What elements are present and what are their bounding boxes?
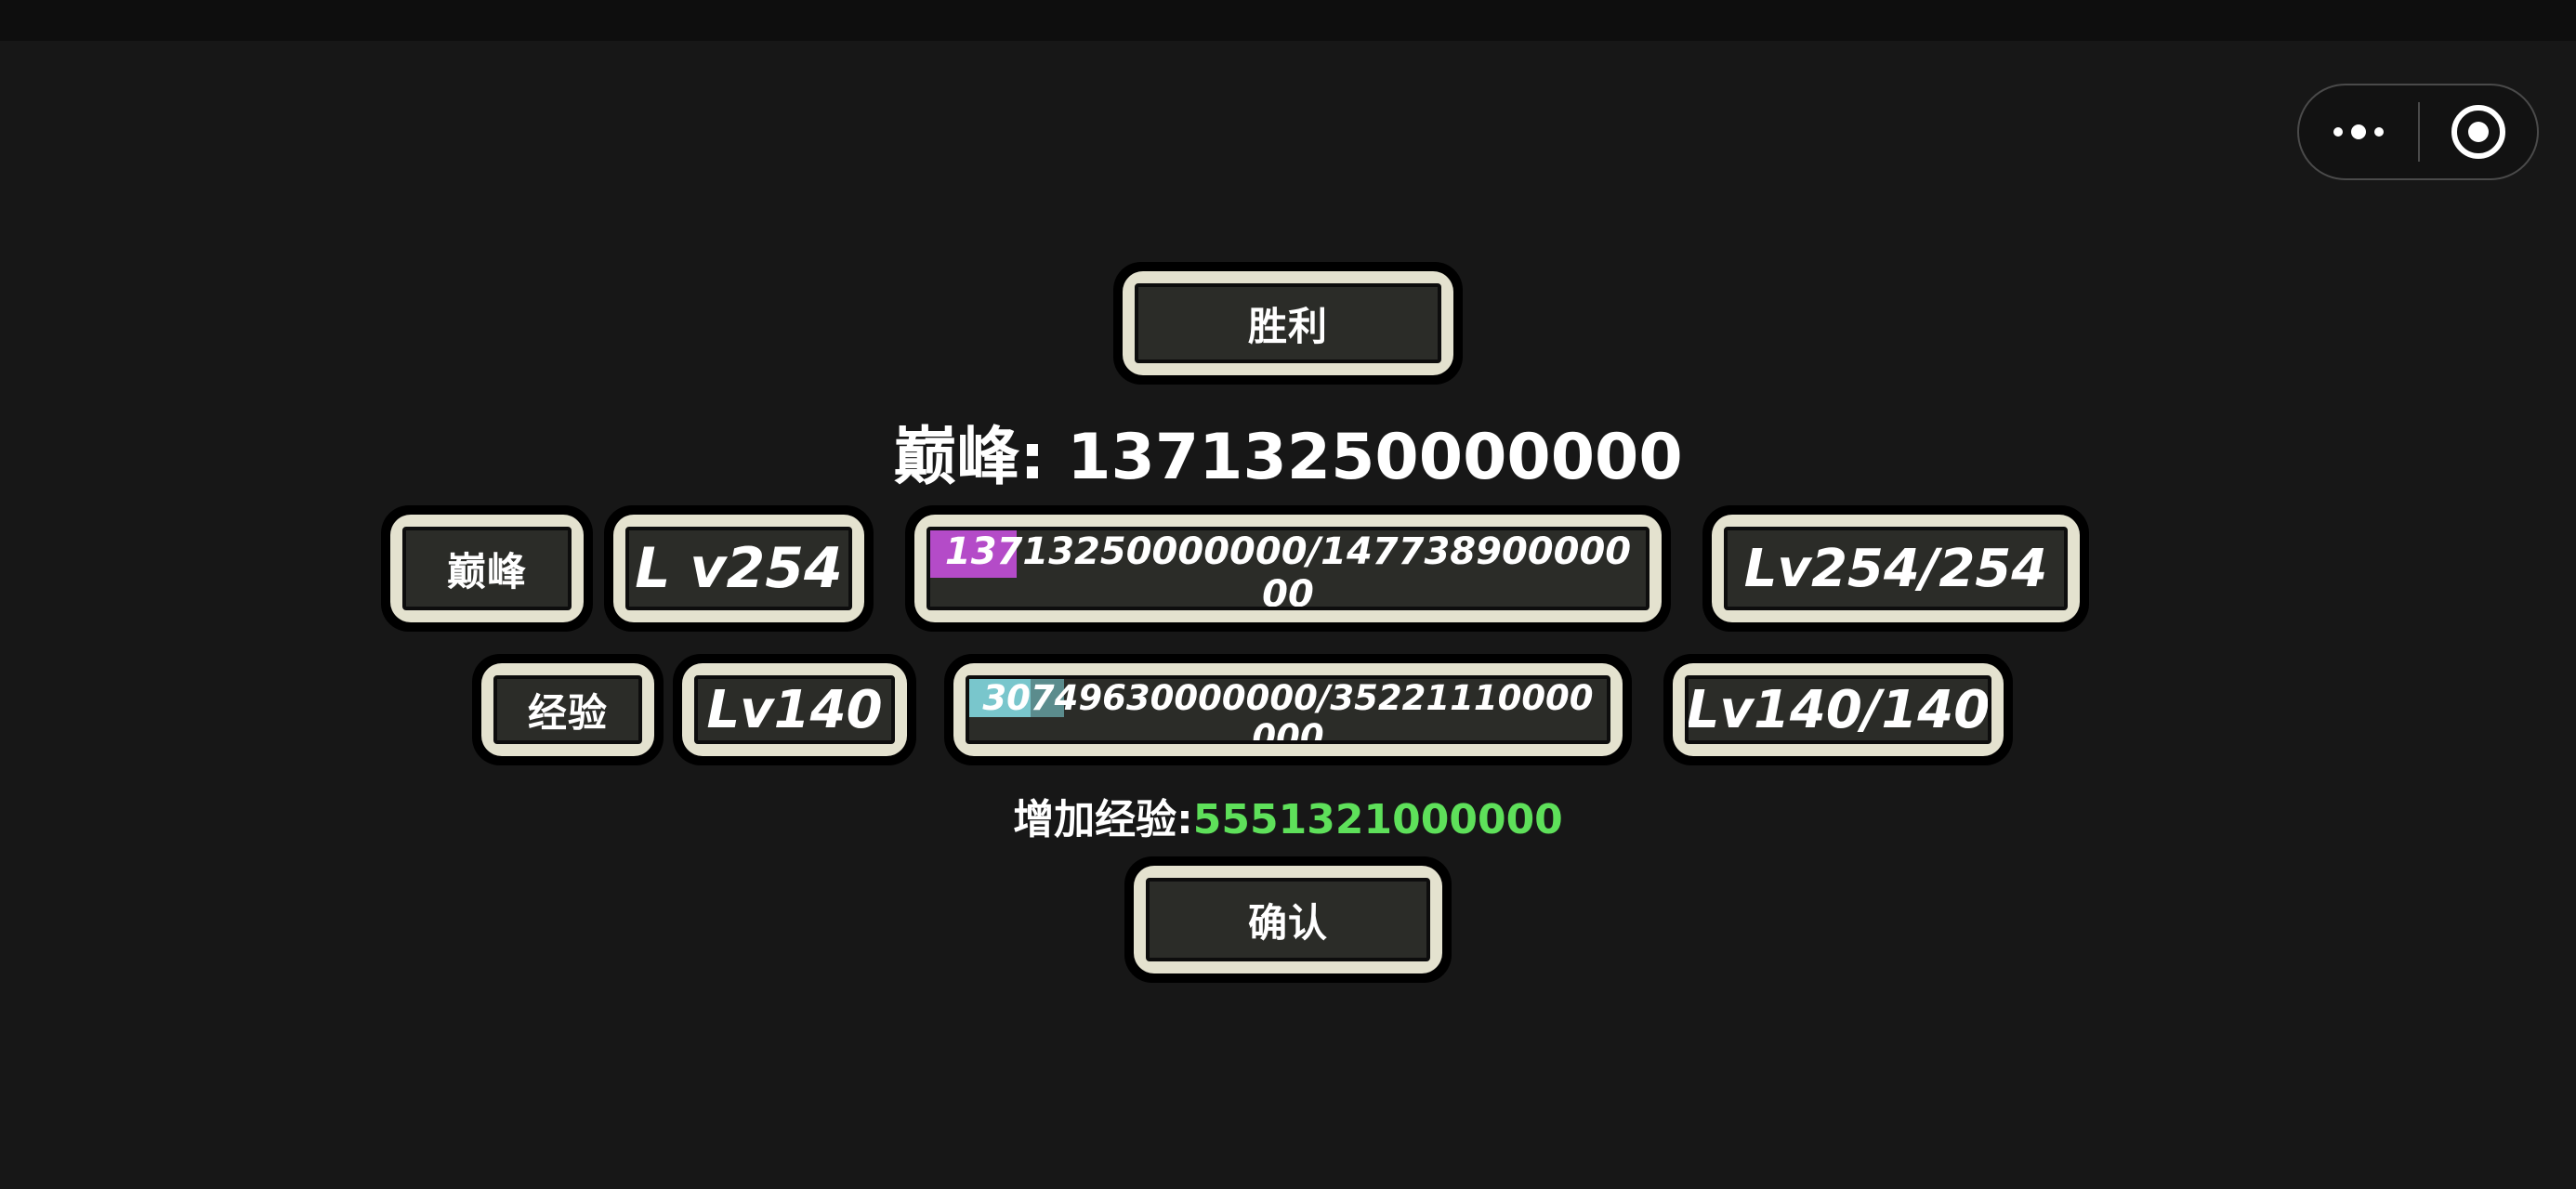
victory-title: 胜利 — [1247, 303, 1328, 349]
more-menu-icon[interactable] — [2299, 85, 2418, 178]
exp-progress-frame: 30749630000000/35221110000000 — [944, 654, 1632, 765]
status-strip — [0, 0, 2576, 41]
peak-level: L v254 — [635, 536, 843, 601]
peak-headline-value: 13713250000000 — [1067, 421, 1683, 494]
peak-progress-text: 13713250000000/14773890000000 — [944, 530, 1632, 610]
confirm-button[interactable]: 确认 — [1124, 856, 1452, 983]
peak-headline: 巅峰: 13713250000000 — [0, 405, 2576, 494]
peak-headline-label: 巅峰 — [893, 421, 1020, 494]
mini-program-capsule — [2297, 84, 2539, 180]
peak-headline-sep: : — [1019, 421, 1068, 494]
peak-level-frame: L v254 — [604, 505, 874, 632]
exp-level-frame: Lv140 — [673, 654, 916, 765]
peak-max-level: Lv254/254 — [1743, 538, 2048, 599]
exp-max-level: Lv140/140 — [1686, 679, 1991, 740]
exp-gain-label: 增加经验: — [1013, 796, 1193, 843]
exp-name: 经验 — [527, 689, 608, 736]
confirm-label: 确认 — [1247, 899, 1328, 946]
peak-max-level-frame: Lv254/254 — [1702, 505, 2089, 632]
exp-gain-value: 5551321000000 — [1192, 796, 1563, 843]
peak-name-frame: 巅峰 — [381, 505, 593, 632]
close-program-icon[interactable] — [2420, 85, 2537, 178]
exp-level: Lv140 — [706, 679, 883, 740]
exp-name-frame: 经验 — [472, 654, 664, 765]
exp-gain: 增加经验:5551321000000 — [0, 786, 2576, 843]
peak-progress-frame: 13713250000000/14773890000000 — [905, 505, 1671, 632]
exp-max-level-frame: Lv140/140 — [1663, 654, 2013, 765]
exp-progress-text: 30749630000000/35221110000000 — [982, 678, 1594, 744]
victory-title-frame: 胜利 — [1113, 262, 1463, 385]
peak-name: 巅峰 — [446, 548, 527, 594]
